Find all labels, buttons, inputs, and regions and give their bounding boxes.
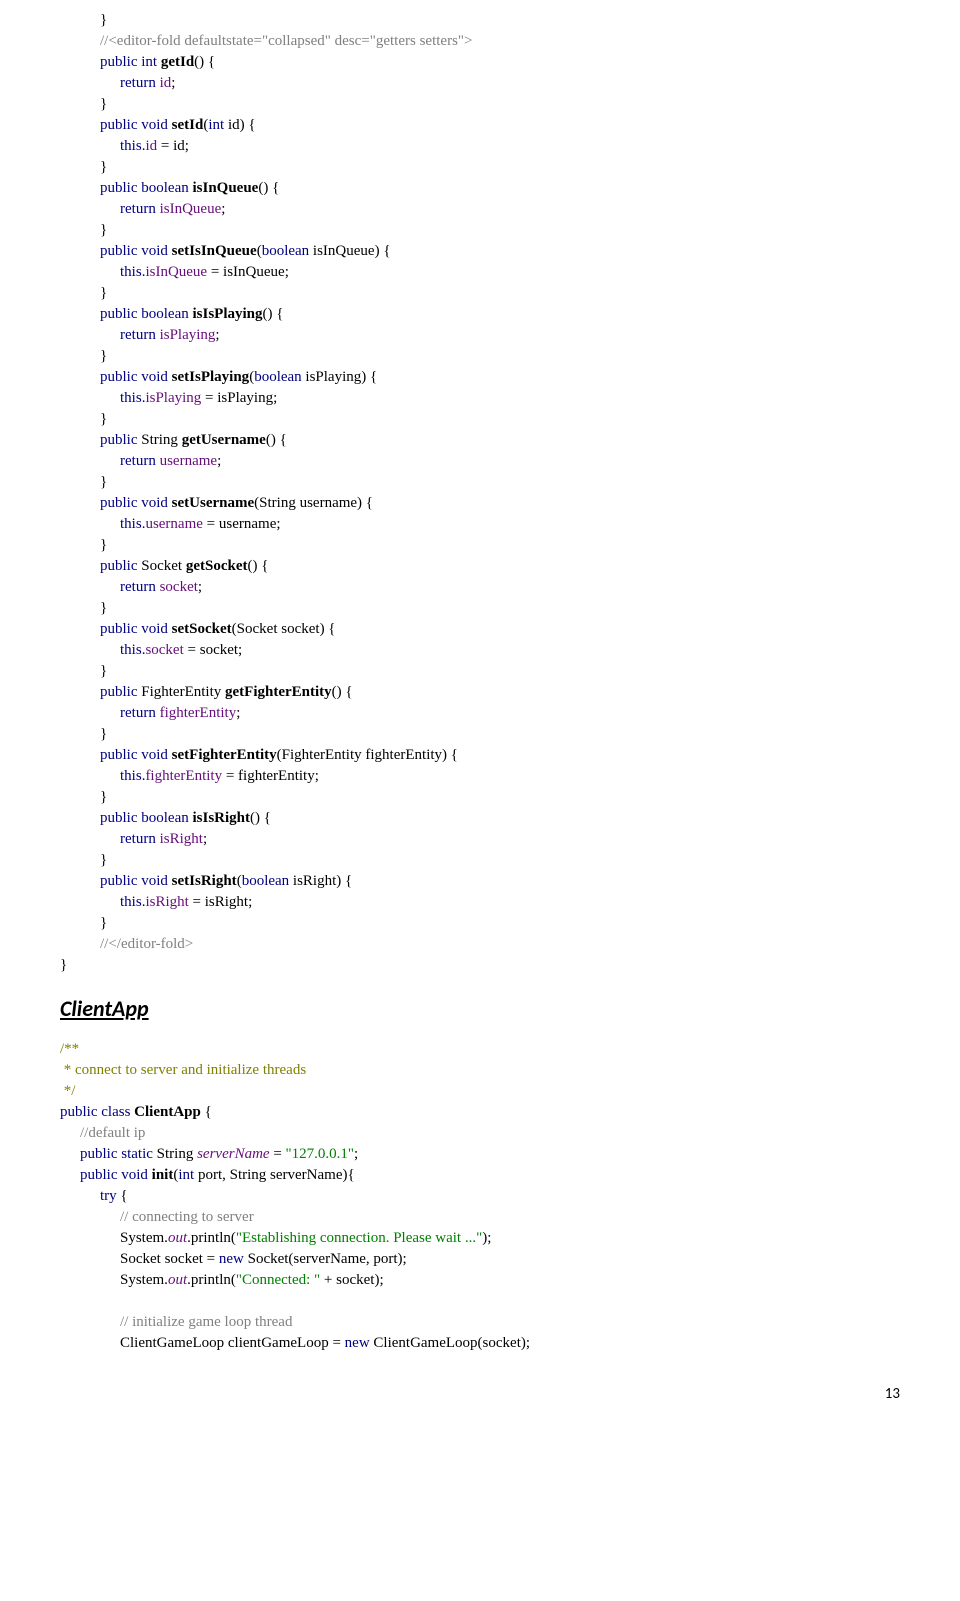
code-line: } xyxy=(60,913,900,934)
code-block-1: }//<editor-fold defaultstate="collapsed"… xyxy=(60,10,900,976)
code-line: return id; xyxy=(60,73,900,94)
code-line: public boolean isIsPlaying() { xyxy=(60,304,900,325)
code-line: this.fighterEntity = fighterEntity; xyxy=(60,766,900,787)
code-line: ClientGameLoop clientGameLoop = new Clie… xyxy=(60,1333,900,1354)
code-line: return fighterEntity; xyxy=(60,703,900,724)
code-line: public void setIsRight(boolean isRight) … xyxy=(60,871,900,892)
code-line: public void setIsPlaying(boolean isPlayi… xyxy=(60,367,900,388)
code-line: public void setSocket(Socket socket) { xyxy=(60,619,900,640)
code-line: public boolean isIsRight() { xyxy=(60,808,900,829)
section-heading: ClientApp xyxy=(60,994,900,1025)
code-line: public String getUsername() { xyxy=(60,430,900,451)
code-line: } xyxy=(60,409,900,430)
code-line: public void setUsername(String username)… xyxy=(60,493,900,514)
code-line: } xyxy=(60,157,900,178)
code-line: return isInQueue; xyxy=(60,199,900,220)
code-line: } xyxy=(60,850,900,871)
code-line: public void setFighterEntity(FighterEnti… xyxy=(60,745,900,766)
code-line: this.isInQueue = isInQueue; xyxy=(60,262,900,283)
code-line: } xyxy=(60,661,900,682)
code-line: Socket socket = new Socket(serverName, p… xyxy=(60,1249,900,1270)
code-line: this.username = username; xyxy=(60,514,900,535)
code-line: } xyxy=(60,220,900,241)
code-line: public void setIsInQueue(boolean isInQue… xyxy=(60,241,900,262)
code-line: } xyxy=(60,283,900,304)
code-line: } xyxy=(60,598,900,619)
code-line: } xyxy=(60,346,900,367)
code-line: // initialize game loop thread xyxy=(60,1312,900,1333)
code-line: return socket; xyxy=(60,577,900,598)
code-line: //default ip xyxy=(60,1123,900,1144)
code-line: } xyxy=(60,10,900,31)
code-line: public FighterEntity getFighterEntity() … xyxy=(60,682,900,703)
code-line: /** xyxy=(60,1039,900,1060)
code-line: this.isPlaying = isPlaying; xyxy=(60,388,900,409)
code-line xyxy=(60,1291,900,1312)
code-line: // connecting to server xyxy=(60,1207,900,1228)
code-line: public void init(int port, String server… xyxy=(60,1165,900,1186)
code-line: } xyxy=(60,724,900,745)
code-line: //<editor-fold defaultstate="collapsed" … xyxy=(60,31,900,52)
code-line: public boolean isInQueue() { xyxy=(60,178,900,199)
code-line: this.isRight = isRight; xyxy=(60,892,900,913)
code-line: return isPlaying; xyxy=(60,325,900,346)
code-line: public Socket getSocket() { xyxy=(60,556,900,577)
code-line: } xyxy=(60,535,900,556)
code-line: System.out.println("Establishing connect… xyxy=(60,1228,900,1249)
code-line: //</editor-fold> xyxy=(60,934,900,955)
page-number: 13 xyxy=(60,1384,900,1405)
code-line: return isRight; xyxy=(60,829,900,850)
code-line: public int getId() { xyxy=(60,52,900,73)
code-line: public class ClientApp { xyxy=(60,1102,900,1123)
code-line: * connect to server and initialize threa… xyxy=(60,1060,900,1081)
code-block-2: /** * connect to server and initialize t… xyxy=(60,1039,900,1354)
code-line: public void setId(int id) { xyxy=(60,115,900,136)
code-line: this.socket = socket; xyxy=(60,640,900,661)
code-line: public static String serverName = "127.0… xyxy=(60,1144,900,1165)
code-line: try { xyxy=(60,1186,900,1207)
code-line: } xyxy=(60,472,900,493)
code-line: return username; xyxy=(60,451,900,472)
code-line: this.id = id; xyxy=(60,136,900,157)
code-line: } xyxy=(60,787,900,808)
code-line: System.out.println("Connected: " + socke… xyxy=(60,1270,900,1291)
code-line: } xyxy=(60,955,900,976)
code-line: */ xyxy=(60,1081,900,1102)
code-line: } xyxy=(60,94,900,115)
